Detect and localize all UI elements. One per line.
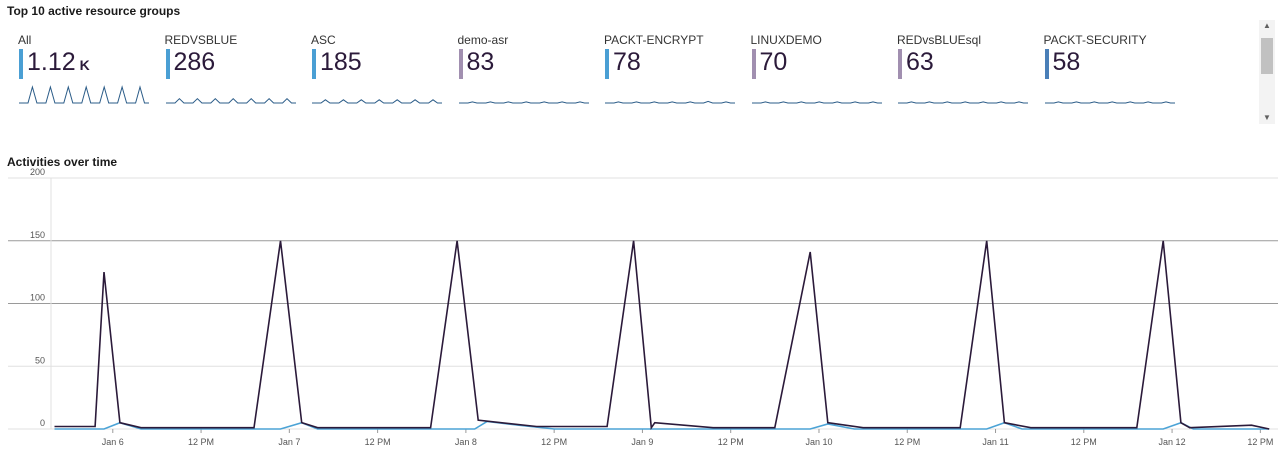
resource-group-tile[interactable]: All 1.12 K	[18, 30, 158, 112]
resource-group-count-value: 286	[173, 48, 216, 76]
x-tick-label: Jan 12	[1159, 437, 1186, 447]
resource-group-color-bar	[751, 49, 756, 79]
sparkline	[751, 101, 882, 104]
sparkline	[165, 98, 296, 104]
resource-group-tiles: All 1.12 K REDVSBLUE 286 ASC 185 demo-asr 83 PACK…	[0, 30, 1255, 120]
activities-chart: 0 50 100 150 200 Jan 6 12 PM Jan 7 12 PM Jan 8 12 …	[8, 168, 1278, 447]
top-groups-title: Top 10 active resource groups	[7, 4, 181, 18]
sparkline-line	[1044, 101, 1175, 104]
scrollbar-thumb[interactable]	[1261, 38, 1273, 74]
resource-group-tile[interactable]: PACKT-ENCRYPT 78	[604, 30, 744, 112]
resource-group-tile[interactable]: PACKT-SECURITY 58	[1044, 30, 1184, 112]
resource-group-count-value: 78	[613, 48, 641, 76]
x-tick-label: Jan 6	[102, 437, 124, 447]
y-tick-label: 0	[40, 418, 45, 428]
x-tick-label: 12 PM	[188, 437, 214, 447]
sparkline	[458, 101, 589, 104]
resource-group-tile[interactable]: demo-asr 83	[458, 30, 598, 112]
y-tick-label: 50	[35, 355, 45, 365]
sparkline	[19, 85, 149, 104]
x-tick-label: 12 PM	[365, 437, 391, 447]
resource-group-count: 1.12 K	[27, 45, 90, 82]
resource-group-count-value: 63	[906, 48, 934, 76]
resource-group-count-value: 70	[759, 48, 788, 76]
sparkline	[605, 100, 735, 104]
scroll-up-arrow-icon[interactable]: ▲	[1259, 20, 1275, 32]
resource-group-color-bar	[165, 49, 170, 79]
resource-group-color-bar	[605, 49, 609, 79]
activity-series-line	[54, 240, 1270, 430]
resource-group-tile[interactable]: LINUXDEMO 70	[751, 30, 891, 112]
resource-group-count-value: 58	[1052, 48, 1081, 76]
x-tick-label: 12 PM	[541, 437, 567, 447]
resource-group-count: 58	[1053, 45, 1081, 79]
resource-group-count: 286	[174, 45, 216, 79]
resource-group-count: 185	[320, 45, 362, 79]
resource-group-color-bar	[898, 49, 902, 79]
resource-group-count: 70	[760, 45, 788, 79]
resource-group-count-unit: K	[79, 57, 90, 73]
scroll-down-arrow-icon[interactable]: ▼	[1259, 112, 1275, 124]
sparkline-line	[312, 99, 442, 104]
sparkline	[312, 99, 442, 104]
sparkline-line	[458, 101, 589, 104]
sparkline	[898, 101, 1028, 104]
resource-group-color-bar	[19, 49, 23, 79]
resource-group-color-bar	[312, 49, 316, 79]
x-tick-label: 12 PM	[1247, 437, 1273, 447]
x-tick-label: 12 PM	[894, 437, 920, 447]
resource-group-count: 63	[906, 45, 934, 79]
resource-group-color-bar	[458, 49, 463, 79]
x-tick-label: Jan 7	[278, 437, 300, 447]
resource-group-count-value: 1.12	[27, 48, 76, 76]
x-tick-label: Jan 11	[982, 437, 1008, 447]
resource-group-count: 83	[467, 45, 495, 79]
resource-group-count-value: 83	[466, 48, 495, 76]
resource-group-count-value: 185	[320, 48, 362, 76]
sparkline-line	[898, 101, 1028, 104]
x-tick-label: Jan 10	[805, 437, 832, 447]
resource-group-tile[interactable]: REDVSBLUE 286	[165, 30, 305, 112]
x-tick-label: 12 PM	[718, 437, 744, 447]
resource-group-tile[interactable]: REDvsBLUEsql 63	[897, 30, 1037, 112]
sparkline-line	[751, 101, 882, 104]
resource-group-tile[interactable]: ASC 185	[311, 30, 451, 112]
resource-group-count: 78	[613, 45, 641, 79]
tiles-scrollbar[interactable]: ▲ ▼	[1259, 20, 1275, 124]
x-tick-label: 12 PM	[1071, 437, 1097, 447]
y-tick-label: 150	[30, 230, 45, 240]
x-tick-label: Jan 9	[631, 437, 653, 447]
y-tick-label: 200	[30, 168, 45, 177]
resource-group-color-bar	[1044, 49, 1049, 79]
sparkline-line	[19, 85, 149, 104]
sparkline-line	[605, 100, 735, 104]
activities-title: Activities over time	[7, 155, 118, 169]
sparkline	[1044, 101, 1175, 104]
sparkline-line	[165, 98, 296, 104]
y-tick-label: 100	[30, 293, 45, 303]
x-tick-label: Jan 8	[455, 437, 477, 447]
